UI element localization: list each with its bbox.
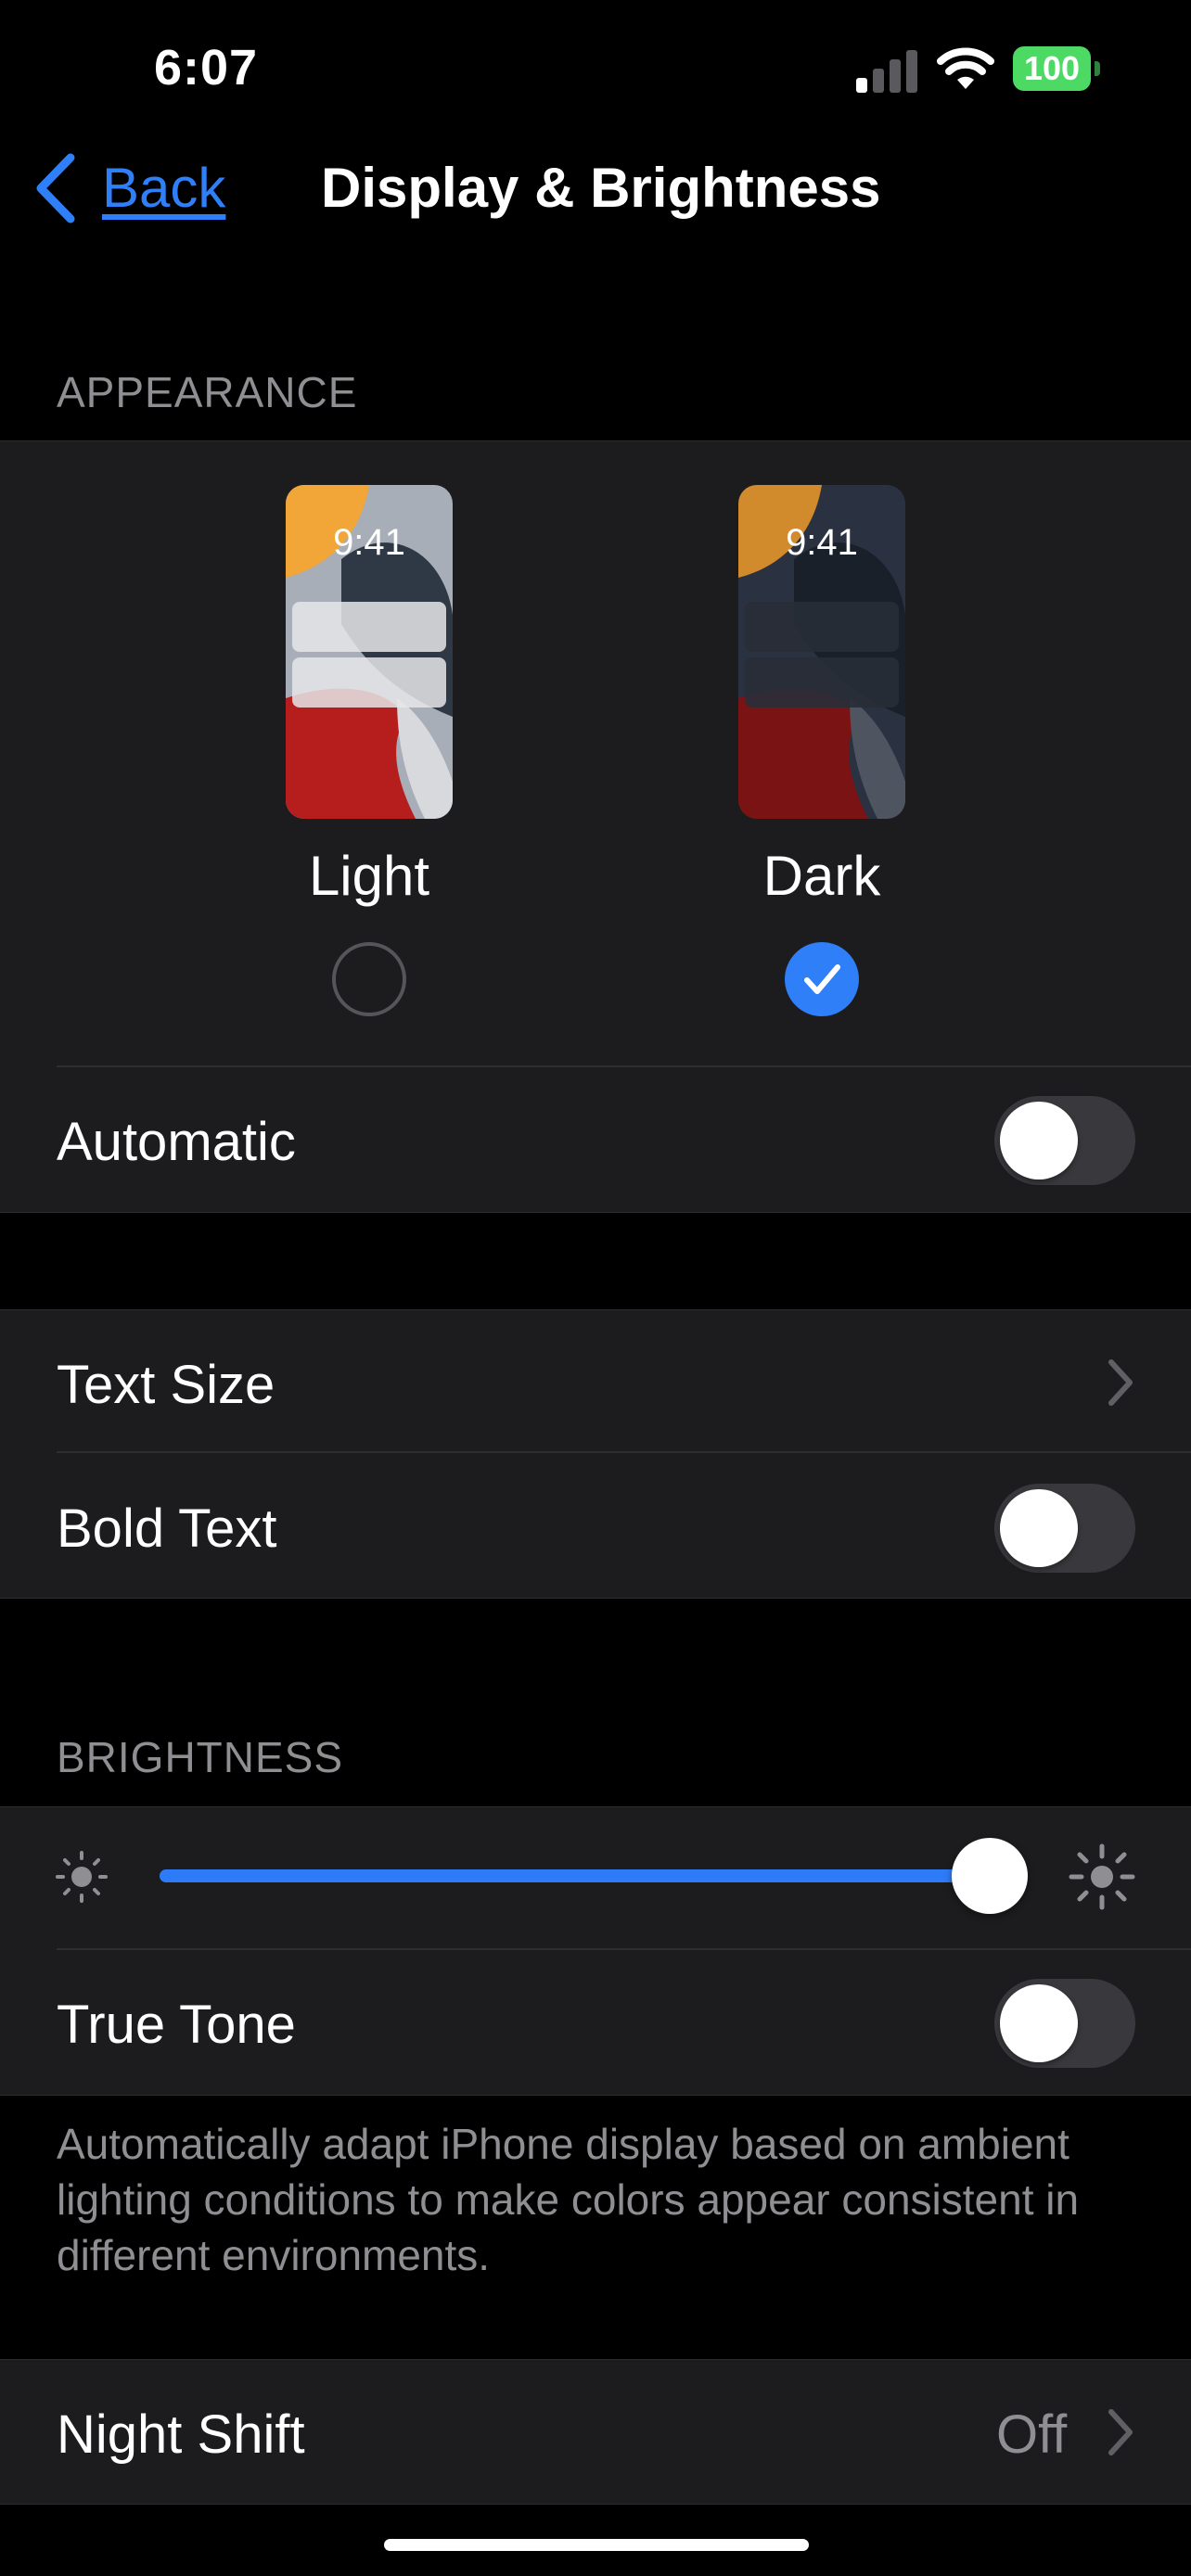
page-title: Display & Brightness	[321, 157, 881, 219]
text-size-label[interactable]: Text Size	[57, 1354, 275, 1416]
dark-mode-label: Dark	[762, 845, 881, 907]
automatic-label: Automatic	[57, 1112, 296, 1172]
true-tone-label: True Tone	[57, 1995, 296, 2055]
dark-preview-card	[745, 602, 899, 652]
brightness-slider-track[interactable]	[160, 1869, 991, 1882]
true-tone-description: Automatically adapt iPhone display based…	[57, 2120, 1080, 2279]
bold-text-label: Bold Text	[57, 1498, 277, 1559]
brightness-high-icon	[1069, 1843, 1135, 1910]
divider	[57, 1948, 1191, 1950]
home-indicator[interactable]	[384, 2539, 809, 2551]
bold-text-toggle[interactable]	[994, 1484, 1135, 1573]
back-button[interactable]: Back	[102, 156, 225, 220]
light-preview-card	[292, 602, 446, 652]
chevron-right-icon	[1108, 1359, 1133, 1406]
dark-preview-time: 9:41	[786, 522, 858, 563]
dark-mode-radio[interactable]	[785, 942, 859, 1016]
battery-icon: 100	[1013, 46, 1102, 91]
brightness-slider-thumb[interactable]	[952, 1838, 1028, 1914]
night-shift-label: Night Shift	[57, 2404, 305, 2465]
dark-mode-preview[interactable]: 9:41	[738, 485, 905, 819]
wifi-icon	[937, 47, 994, 89]
light-preview-time: 9:41	[333, 522, 405, 563]
brightness-section-header: BRIGHTNESS	[57, 1733, 344, 1781]
true-tone-toggle[interactable]	[994, 1979, 1135, 2068]
divider	[57, 1065, 1191, 1067]
divider	[57, 1451, 1191, 1453]
battery-percentage: 100	[1023, 49, 1081, 87]
light-mode-radio[interactable]	[332, 942, 406, 1016]
automatic-toggle[interactable]	[994, 1096, 1135, 1185]
chevron-right-icon	[1108, 2409, 1133, 2455]
light-mode-label: Light	[308, 845, 430, 907]
light-preview-card	[292, 657, 446, 708]
light-mode-preview[interactable]: 9:41	[286, 485, 453, 819]
dark-preview-card	[745, 657, 899, 708]
cellular-signal-icon	[856, 48, 917, 93]
checkmark-icon	[804, 964, 840, 994]
appearance-section-header: APPEARANCE	[57, 368, 358, 416]
back-chevron-icon[interactable]	[33, 152, 78, 224]
status-time: 6:07	[154, 40, 259, 96]
night-shift-value: Off	[996, 2404, 1068, 2465]
brightness-low-icon	[56, 1851, 108, 1903]
appearance-group	[0, 440, 1191, 1213]
